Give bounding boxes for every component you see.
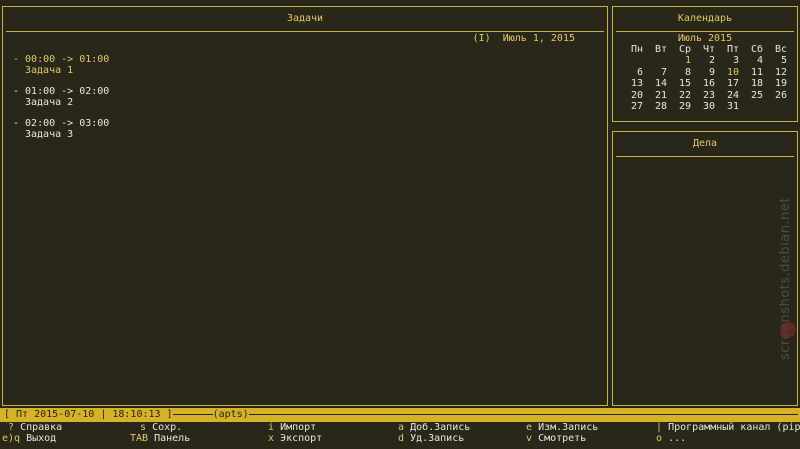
calendar-day[interactable]: 19 [765,78,787,89]
calendar-day[interactable]: 18 [741,78,763,89]
todo-panel-title: Дела [692,138,718,149]
keybinding-item: v Смотреть [526,433,586,444]
calendar-day[interactable]: 23 [693,90,715,101]
calendar-weekday: Ср [678,44,691,55]
keybinding-label: Экспорт [280,433,323,444]
tasks-panel-title: Задачи [286,13,324,24]
keybinding-key: | [656,422,663,433]
keybinding-key: e [526,422,533,433]
calendar-day[interactable]: 27 [621,101,643,112]
keybinding-key: i [268,422,275,433]
keybinding-item: d Уд.Запись [398,433,464,444]
calendar-day[interactable]: 15 [669,78,691,89]
calendar-panel-title: Календарь [677,13,733,24]
calendar-weekday: Пн [630,44,643,55]
calendar-weekday: Вс [774,44,787,55]
calendar-day[interactable]: 12 [765,67,787,78]
calendar-day[interactable]: 21 [645,90,667,101]
calendar-weekday: Сб [750,44,763,55]
status-text: [ Пт 2015-07-10 | 18:10:13 ] (apts) [4,409,249,420]
keybinding-item: | Программный канал (pip [656,422,800,433]
keybinding-key: v [526,433,533,444]
appointment-desc-1[interactable]: Задача 1 [25,65,73,76]
keybinding-item: e)q Выход [2,433,56,444]
calendar-day[interactable]: 16 [693,78,715,89]
keybinding-label: Панель [154,433,191,444]
appointment-time-2[interactable]: - 01:00 -> 02:00 [13,86,109,97]
appointment-time-1[interactable]: - 00:00 -> 01:00 [13,54,109,65]
appointment-desc-3[interactable]: Задача 3 [25,129,73,140]
keybinding-item: s Сохр. [140,422,182,433]
calendar-day[interactable]: 29 [669,101,691,112]
todo-divider [616,156,794,157]
keybinding-label: Уд.Запись [410,433,465,444]
status-bar: [ Пт 2015-07-10 | 18:10:13 ] (apts) [0,408,800,422]
calendar-day[interactable]: 14 [645,78,667,89]
keybinding-label: Справка [20,422,63,433]
appointment-time-3[interactable]: - 02:00 -> 03:00 [13,118,109,129]
calendar-panel[interactable]: Календарь Июль 2015 Пн Вт Ср Чт Пт Сб Вс 12345… [612,6,798,122]
calendar-day[interactable]: 10 [717,67,739,78]
keybinding-label: Смотреть [538,433,587,444]
keybinding-item: ? Справка [8,422,62,433]
keybinding-label: Доб.Запись [410,422,471,433]
calendar-day[interactable]: 8 [669,67,691,78]
calendar-day[interactable]: 28 [645,101,667,112]
calendar-day[interactable]: 17 [717,78,739,89]
calendar-weekday: Пт [726,44,739,55]
keybinding-key: o [656,433,663,444]
appointment-desc-2[interactable]: Задача 2 [25,97,73,108]
calendar-day[interactable]: 1 [669,55,691,66]
keybinding-key: d [398,433,405,444]
keybinding-key: e)q [2,433,21,444]
calendar-day[interactable]: 5 [765,55,787,66]
calendar-day[interactable]: 31 [717,101,739,112]
keybinding-label: Изм.Запись [538,422,599,433]
keybinding-label: ... [668,433,687,444]
keybinding-key: a [398,422,405,433]
watermark-logo-icon [780,322,796,338]
keybinding-key: ? [8,422,15,433]
keybinding-label: Сохр. [152,422,183,433]
calendar-day[interactable]: 25 [741,90,763,101]
calendar-day[interactable]: 26 [765,90,787,101]
calendar-day[interactable]: 3 [717,55,739,66]
calendar-day[interactable]: 6 [621,67,643,78]
keybinding-key: TAB [130,433,149,444]
calendar-month: Июль 2015 [677,33,733,44]
keybinding-item: o ... [656,433,686,444]
todo-panel[interactable]: Дела [612,131,798,406]
calendar-day[interactable]: 11 [741,67,763,78]
keybinding-item: e Изм.Запись [526,422,598,433]
keybinding-key: s [140,422,147,433]
calendar-day[interactable]: 2 [693,55,715,66]
calendar-day[interactable]: 22 [669,90,691,101]
keybinding-label: Импорт [280,422,317,433]
tasks-panel[interactable]: Задачи (I) Июль 1, 2015 - 00:00 -> 01:00… [2,6,608,406]
keybinding-item: i Импорт [268,422,316,433]
status-datetime: [ Пт 2015-07-10 | 18:10:13 ] [4,409,173,420]
keybinding-item: a Доб.Запись [398,422,470,433]
calendar-day[interactable]: 20 [621,90,643,101]
calendar-day[interactable]: 13 [621,78,643,89]
calendar-day[interactable]: 30 [693,101,715,112]
tasks-date-line: (I) Июль 1, 2015 [472,33,575,44]
calendar-weekday: Чт [702,44,715,55]
keybinding-label: Выход [26,433,57,444]
calendar-day[interactable]: 9 [693,67,715,78]
calendar-divider [616,31,794,32]
status-tail: (apts) [212,409,249,420]
keybinding-item: TAB Панель [130,433,190,444]
calendar-day[interactable]: 7 [645,67,667,78]
calendar-weekday: Вт [654,44,667,55]
tasks-divider [6,31,604,32]
keybinding-item: x Экспорт [268,433,322,444]
calendar-day[interactable]: 4 [741,55,763,66]
keybinding-key: x [268,433,275,444]
keybinding-label: Программный канал (pip [668,422,800,433]
calendar-day[interactable]: 24 [717,90,739,101]
